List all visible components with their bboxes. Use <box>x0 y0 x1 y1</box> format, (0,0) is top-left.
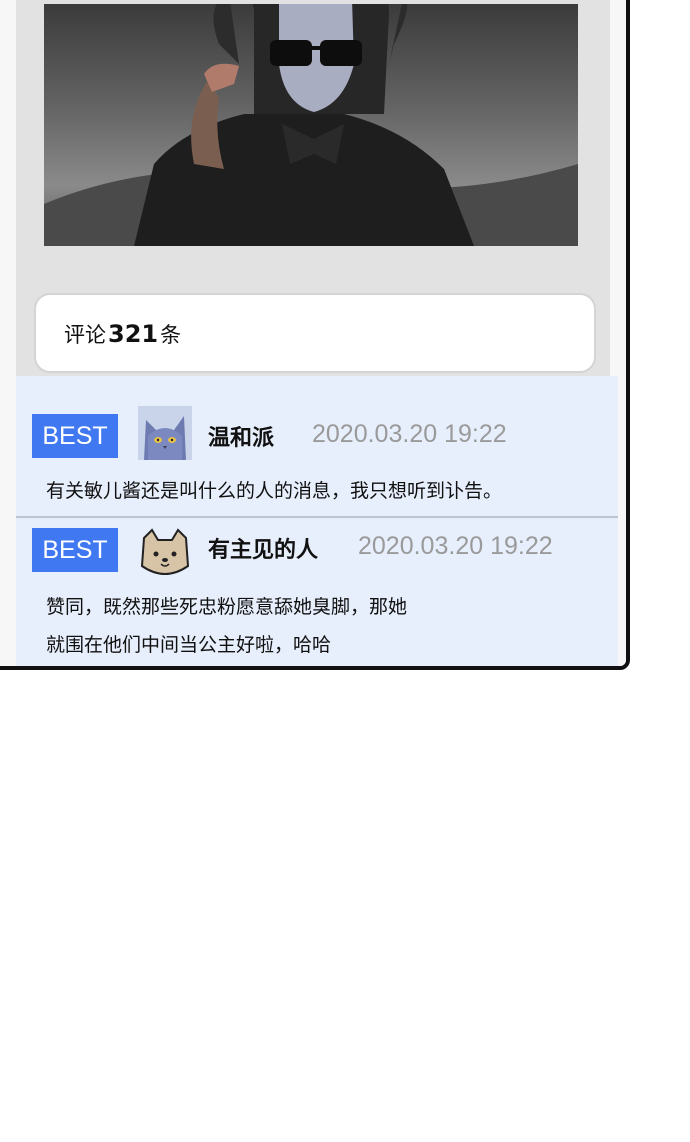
comment-line: 有关敏儿酱还是叫什么的人的消息，我只想听到讣告。 <box>46 480 503 502</box>
screen-left-margin <box>0 0 16 666</box>
comment-timestamp: 2020.03.20 19:22 <box>312 420 507 448</box>
best-comments-list: BEST 温和派 2020.03.20 19:22 有关敏儿酱还是叫什么的人的消… <box>16 376 618 666</box>
beige-cat-avatar-icon[interactable] <box>138 526 192 580</box>
comment-timestamp: 2020.03.20 19:22 <box>358 532 553 560</box>
comment-count: 评论 321 条 <box>64 319 181 349</box>
comment-count-number: 321 <box>108 320 159 348</box>
comment-username[interactable]: 有主见的人 <box>208 532 318 564</box>
comment-text: 有关敏儿酱还是叫什么的人的消息，我只想听到讣告。 <box>46 472 502 510</box>
best-badge: BEST <box>32 528 118 572</box>
man-in-sunglasses-illustration <box>44 4 578 246</box>
comment-line: 就围在他们中间当公主好啦，哈哈 <box>46 634 332 656</box>
comment-username[interactable]: 温和派 <box>208 420 274 452</box>
comment-text: 赞同，既然那些死忠粉愿意舔她臭脚，那她 就围在他们中间当公主好啦，哈哈 <box>46 588 407 664</box>
blue-cat-avatar-icon[interactable] <box>138 406 192 460</box>
comment-item: BEST 有主见的人 2020.03.20 19:22 赞同，既然那些死忠粉愿意… <box>16 518 618 666</box>
comment-item: BEST 温和派 2020.03.20 19:22 有关敏儿酱还是叫什么的人的消… <box>16 376 618 516</box>
phone-frame: 评论 321 条 BEST 温和派 2020.03.20 19:22 有关敏儿酱… <box>0 0 630 670</box>
post-image <box>44 4 578 246</box>
comment-count-box[interactable]: 评论 321 条 <box>34 293 596 373</box>
comment-line: 赞同，既然那些死忠粉愿意舔她臭脚，那她 <box>46 596 408 618</box>
comment-count-prefix: 评论 <box>64 323 106 347</box>
best-badge: BEST <box>32 414 118 458</box>
comment-count-suffix: 条 <box>160 323 182 347</box>
